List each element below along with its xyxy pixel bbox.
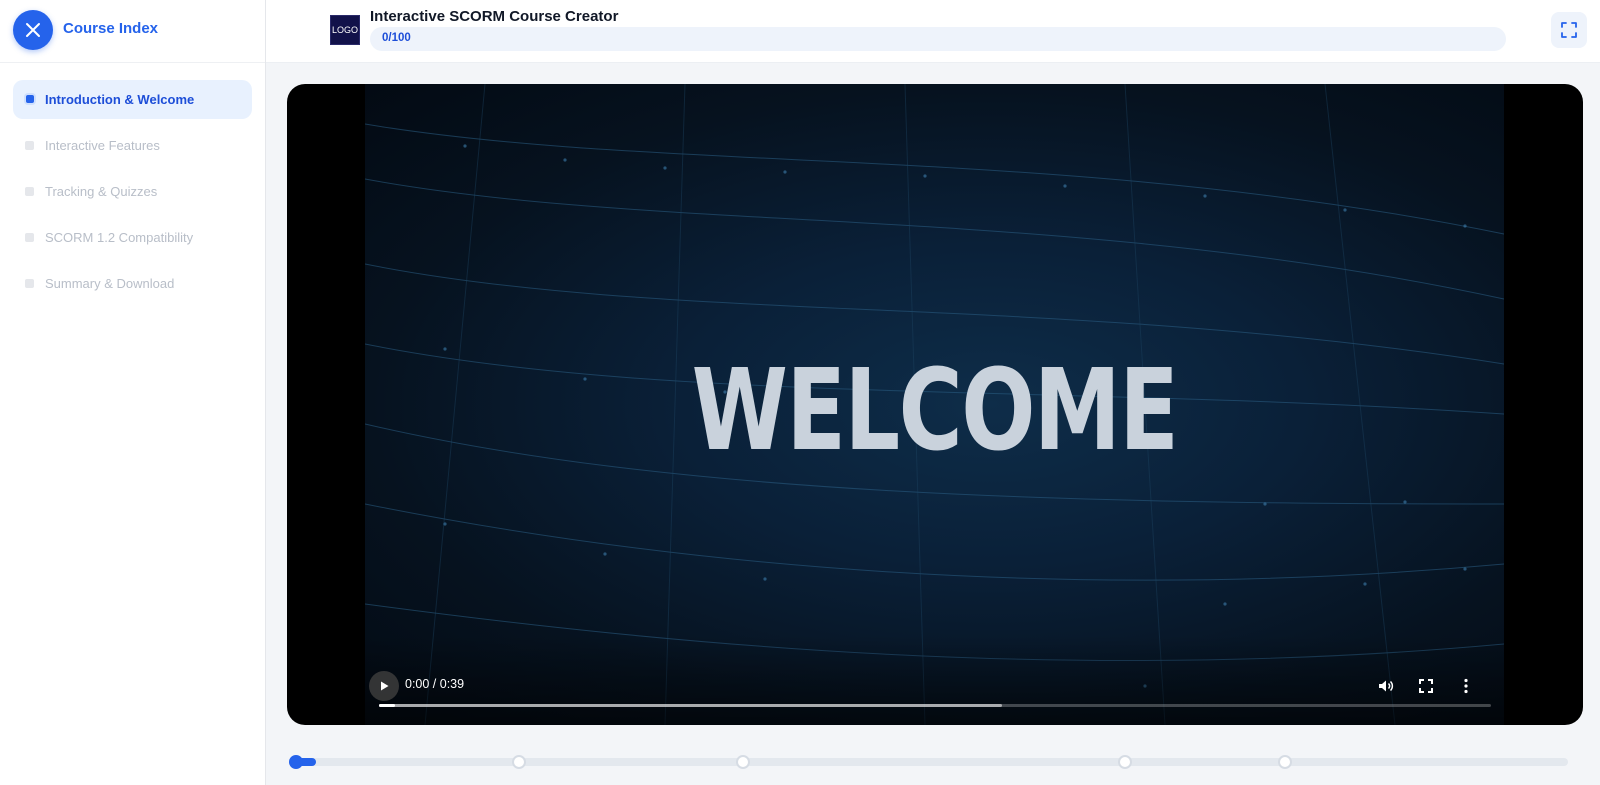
- step-marker-2[interactable]: [512, 755, 526, 769]
- fullscreen-button[interactable]: [1551, 12, 1587, 48]
- course-index-sidebar: Course Index Introduction & Welcome Inte…: [0, 0, 266, 785]
- lesson-item-tracking-quizzes[interactable]: Tracking & Quizzes: [13, 172, 252, 211]
- lesson-label: Summary & Download: [45, 276, 175, 291]
- seek-buffered: [379, 704, 1002, 707]
- lesson-status-icon: [25, 187, 34, 196]
- lesson-label: Interactive Features: [45, 138, 160, 153]
- sidebar-title: Course Index: [63, 20, 159, 37]
- course-header: LOGO Interactive SCORM Course Creator 0/…: [266, 0, 1600, 63]
- fullscreen-icon: [1419, 679, 1433, 693]
- video-frame[interactable]: WELCOME 0:00 / 0:39: [365, 84, 1504, 725]
- lesson-item-scorm-compatibility[interactable]: SCORM 1.2 Compatibility: [13, 218, 252, 257]
- lesson-step-timeline: [289, 755, 1568, 769]
- volume-icon: [1379, 680, 1394, 692]
- lesson-item-summary-download[interactable]: Summary & Download: [13, 264, 252, 303]
- video-seek-bar[interactable]: [379, 704, 1491, 707]
- lesson-status-icon: [25, 279, 34, 288]
- course-title: Interactive SCORM Course Creator: [370, 8, 619, 25]
- step-marker-1[interactable]: [289, 755, 303, 769]
- seek-played: [379, 704, 395, 707]
- course-logo: LOGO: [330, 15, 360, 45]
- lesson-label: Introduction & Welcome: [45, 92, 195, 107]
- step-marker-4[interactable]: [1118, 755, 1132, 769]
- lesson-status-icon: [25, 141, 34, 150]
- video-controls-overlay: [365, 635, 1504, 725]
- play-button[interactable]: [369, 671, 399, 701]
- lesson-status-icon: [25, 233, 34, 242]
- lesson-label: Tracking & Quizzes: [45, 184, 158, 199]
- video-fullscreen-button[interactable]: [1414, 674, 1438, 698]
- lesson-label: SCORM 1.2 Compatibility: [45, 230, 194, 245]
- step-marker-5[interactable]: [1278, 755, 1292, 769]
- volume-button[interactable]: [1374, 674, 1398, 698]
- close-icon: [26, 23, 40, 37]
- play-icon: [381, 681, 389, 691]
- course-progress-bar: 0/100: [370, 27, 1506, 51]
- sidebar-header: Course Index: [0, 0, 265, 63]
- lesson-list: Introduction & Welcome Interactive Featu…: [0, 63, 265, 303]
- main-content: LOGO Interactive SCORM Course Creator 0/…: [266, 0, 1600, 785]
- lesson-item-interactive-features[interactable]: Interactive Features: [13, 126, 252, 165]
- close-sidebar-button[interactable]: [13, 10, 53, 50]
- expand-icon: [1561, 22, 1577, 38]
- lesson-status-icon: [26, 95, 34, 103]
- welcome-title-text: WELCOME: [691, 346, 1179, 476]
- video-player: WELCOME 0:00 / 0:39: [287, 84, 1583, 725]
- more-options-button[interactable]: [1454, 674, 1478, 698]
- course-progress-text: 0/100: [382, 32, 411, 44]
- lesson-item-introduction-welcome[interactable]: Introduction & Welcome: [13, 80, 252, 119]
- more-vertical-icon: [1464, 678, 1468, 694]
- video-time-display: 0:00 / 0:39: [405, 677, 465, 691]
- step-marker-3[interactable]: [736, 755, 750, 769]
